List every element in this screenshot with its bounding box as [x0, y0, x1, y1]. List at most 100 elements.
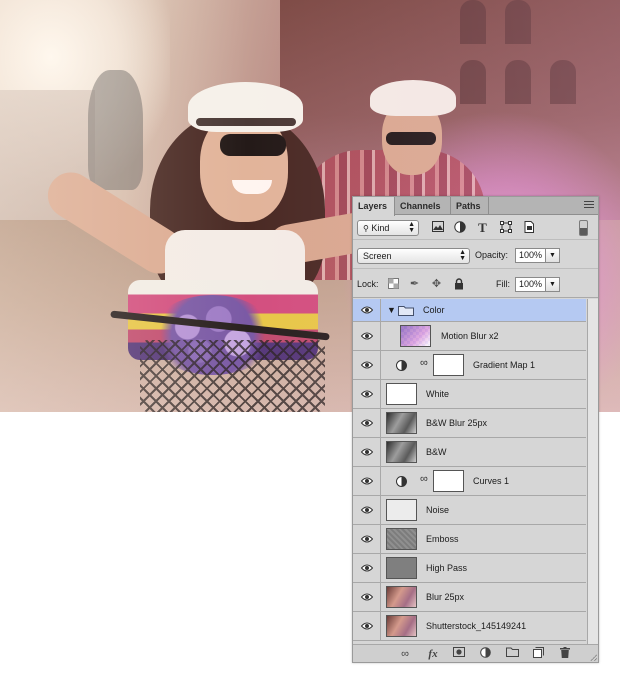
layer-name: Noise	[426, 505, 450, 515]
eye-icon	[361, 564, 373, 572]
resize-grip-icon[interactable]	[590, 654, 597, 661]
image-filter-icon[interactable]	[431, 221, 444, 234]
layer-name: Emboss	[426, 534, 459, 544]
visibility-toggle[interactable]	[353, 525, 381, 553]
fx-icon[interactable]: fx	[425, 647, 441, 661]
layer-filter-bar: ⚲ Kind ▲ ▼ T	[353, 216, 598, 240]
layer-name: White	[426, 389, 450, 399]
new-layer-icon[interactable]	[530, 647, 546, 661]
layers-scrollbar[interactable]	[587, 299, 598, 644]
adjustment-layer-icon	[396, 360, 407, 371]
eye-icon	[361, 535, 373, 543]
eye-icon	[361, 390, 373, 398]
search-icon: ⚲	[363, 224, 369, 233]
filter-kind-select[interactable]: ⚲ Kind ▲ ▼	[357, 220, 419, 236]
lock-transparent-pixels-icon[interactable]	[387, 278, 400, 291]
opacity-dropdown-button[interactable]: ▼	[546, 248, 560, 263]
blend-row: Screen ▲ ▼ Opacity: 100% ▼	[353, 241, 598, 269]
lock-position-icon[interactable]: ✥	[430, 278, 443, 291]
layer-row[interactable]: Emboss	[353, 525, 586, 554]
add-mask-icon[interactable]	[451, 647, 467, 661]
layer-name: Motion Blur x2	[441, 331, 499, 341]
eye-icon	[361, 593, 373, 601]
smart-object-filter-icon[interactable]	[522, 221, 535, 234]
layer-thumbnail	[386, 615, 417, 637]
type-filter-icon[interactable]: T	[476, 221, 489, 234]
visibility-toggle[interactable]	[353, 409, 381, 437]
layers-list: ▼ Color Motion Blur x2 ∞ Gradient Map 1 …	[353, 299, 586, 644]
trash-icon[interactable]	[557, 647, 573, 661]
disclosure-triangle-icon[interactable]: ▼	[387, 299, 396, 321]
panel-menu-icon[interactable]	[584, 201, 594, 210]
layer-row[interactable]: High Pass	[353, 554, 586, 583]
panel-footer: ∞ fx	[353, 644, 598, 662]
layer-name: Gradient Map 1	[473, 360, 536, 370]
lock-all-icon[interactable]	[452, 278, 465, 291]
folder-icon	[398, 299, 414, 321]
opacity-field[interactable]: 100%	[515, 248, 546, 263]
mask-link-icon[interactable]: ∞	[420, 357, 428, 369]
adjustment-layer-icon	[396, 476, 407, 487]
select-arrows-icon: ▲ ▼	[459, 249, 466, 262]
layer-thumbnail	[386, 499, 417, 521]
layer-name: Color	[423, 305, 445, 315]
adjustment-filter-icon[interactable]	[453, 221, 466, 234]
layer-row[interactable]: ∞ Curves 1	[353, 467, 586, 496]
visibility-toggle[interactable]	[353, 467, 381, 495]
layer-mask-thumbnail	[433, 354, 464, 376]
layers-panel: Layers Channels Paths ⚲ Kind ▲ ▼ T Screen…	[352, 196, 599, 663]
visibility-toggle[interactable]	[353, 438, 381, 466]
visibility-toggle[interactable]	[353, 351, 381, 379]
visibility-toggle[interactable]	[353, 612, 381, 640]
layer-row[interactable]: ∞ Gradient Map 1	[353, 351, 586, 380]
panel-tab-bar: Layers Channels Paths	[353, 197, 598, 216]
new-adjustment-icon[interactable]	[477, 647, 493, 661]
layer-thumbnail	[400, 325, 431, 347]
visibility-toggle[interactable]	[353, 554, 381, 582]
lock-label: Lock:	[357, 279, 379, 289]
link-layers-icon[interactable]: ∞	[397, 647, 413, 661]
layer-thumbnail	[386, 441, 417, 463]
layer-row[interactable]: B&W Blur 25px	[353, 409, 586, 438]
select-arrows-icon: ▲ ▼	[408, 221, 415, 234]
visibility-toggle[interactable]	[353, 380, 381, 408]
layer-row[interactable]: Noise	[353, 496, 586, 525]
fill-field[interactable]: 100%	[515, 277, 546, 292]
layer-name: Shutterstock_145149241	[426, 621, 527, 631]
filter-toggle-switch[interactable]	[579, 220, 588, 236]
fill-dropdown-button[interactable]: ▼	[546, 277, 560, 292]
layer-name: Curves 1	[473, 476, 510, 486]
eye-icon	[361, 448, 373, 456]
mask-link-icon[interactable]: ∞	[420, 473, 428, 485]
opacity-label: Opacity:	[475, 250, 509, 260]
blend-mode-value: Screen	[363, 251, 392, 261]
layer-name: B&W	[426, 447, 447, 457]
layer-row[interactable]: B&W	[353, 438, 586, 467]
lock-row: Lock: ✒ ✥ Fill: 100% ▼	[353, 270, 598, 298]
tab-paths[interactable]: Paths	[451, 197, 489, 215]
layer-thumbnail	[386, 383, 417, 405]
eye-icon	[361, 361, 373, 369]
layer-row[interactable]: Motion Blur x2	[353, 322, 586, 351]
visibility-toggle[interactable]	[353, 322, 381, 350]
visibility-toggle[interactable]	[353, 583, 381, 611]
layer-mask-thumbnail	[433, 470, 464, 492]
layer-thumbnail	[386, 412, 417, 434]
blend-mode-select[interactable]: Screen ▲ ▼	[357, 248, 470, 264]
layer-thumbnail	[386, 557, 417, 579]
tab-layers[interactable]: Layers	[353, 197, 395, 216]
eye-icon	[361, 477, 373, 485]
layer-row[interactable]: Shutterstock_145149241	[353, 612, 586, 641]
shape-filter-icon[interactable]	[499, 221, 512, 234]
fill-label: Fill:	[496, 279, 510, 289]
layer-row[interactable]: Blur 25px	[353, 583, 586, 612]
lock-image-pixels-icon[interactable]: ✒	[408, 278, 421, 291]
new-group-icon[interactable]	[504, 647, 520, 661]
layer-row[interactable]: White	[353, 380, 586, 409]
layer-name: B&W Blur 25px	[426, 418, 488, 428]
visibility-toggle[interactable]	[353, 299, 381, 321]
tab-channels[interactable]: Channels	[395, 197, 451, 215]
eye-icon	[361, 306, 373, 314]
layer-row-color-group[interactable]: ▼ Color	[353, 299, 586, 322]
visibility-toggle[interactable]	[353, 496, 381, 524]
